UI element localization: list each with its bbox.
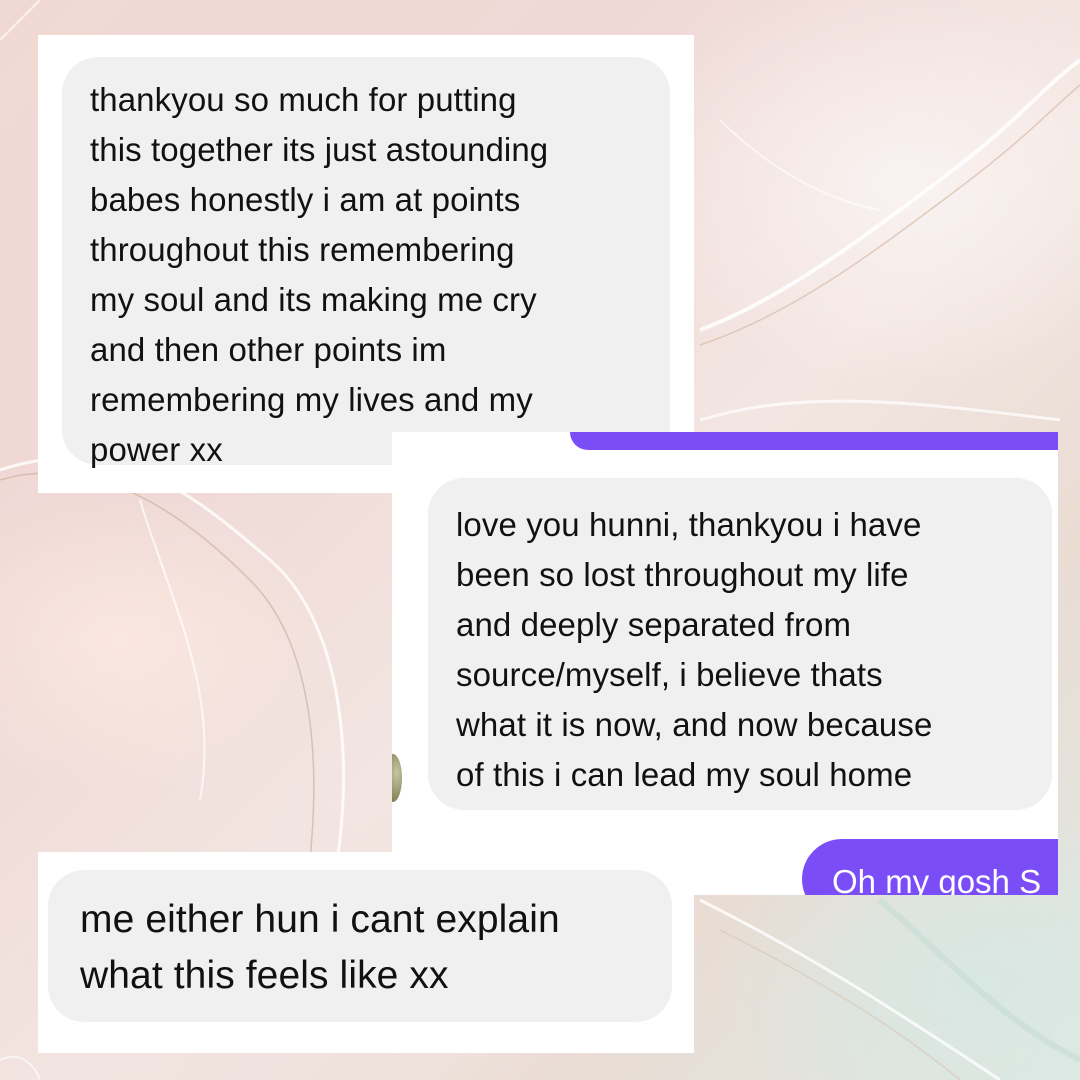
screenshot-card-1: thankyou so much for putting this togeth… [38, 35, 694, 493]
screenshot-card-3: me either hun i cant explain what this f… [38, 852, 694, 1053]
received-message-bubble: love you hunni, thankyou i have been so … [428, 478, 1052, 810]
received-message-bubble: me either hun i cant explain what this f… [48, 870, 672, 1022]
screenshot-card-2: love you hunni, thankyou i have been so … [392, 432, 1058, 895]
message-text: me either hun i cant explain what this f… [80, 898, 560, 997]
message-text: thankyou so much for putting this togeth… [90, 81, 549, 468]
sent-message-bubble-fragment [570, 432, 1058, 450]
sent-message-text: Oh my gosh S [832, 863, 1042, 895]
received-message-bubble: thankyou so much for putting this togeth… [62, 57, 670, 468]
message-text: love you hunni, thankyou i have been so … [456, 506, 933, 793]
sent-message-bubble: Oh my gosh S [802, 839, 1058, 895]
avatar [392, 754, 402, 802]
